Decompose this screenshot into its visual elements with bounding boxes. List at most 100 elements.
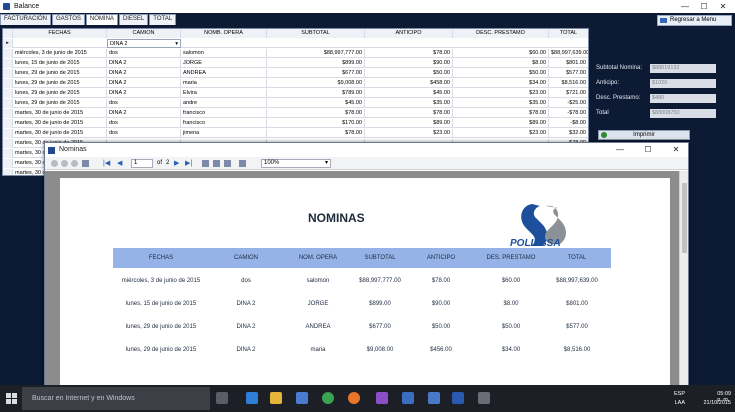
close-button[interactable]: ✕: [666, 143, 686, 157]
grid-column-header[interactable]: FECHAS: [13, 29, 107, 38]
close-button[interactable]: ✕: [716, 0, 730, 13]
language-indicator[interactable]: ESP: [674, 391, 685, 397]
table-cell[interactable]: $32.00: [549, 129, 588, 138]
table-cell[interactable]: martes, 30 de junio de 2015: [13, 129, 107, 138]
row-selector[interactable]: [3, 159, 13, 168]
visual-studio-icon[interactable]: [376, 392, 388, 404]
table-cell[interactable]: $50.00: [453, 69, 549, 78]
row-selector[interactable]: [3, 169, 13, 175]
windows-start-icon[interactable]: [6, 393, 18, 405]
row-selector[interactable]: [3, 49, 13, 58]
row-selector[interactable]: [3, 129, 13, 138]
app-icon[interactable]: [478, 392, 490, 404]
table-cell[interactable]: $8.00: [453, 59, 549, 68]
table-cell[interactable]: francisco: [181, 109, 267, 118]
row-selector[interactable]: [3, 69, 13, 78]
table-cell[interactable]: $45.00: [267, 99, 365, 108]
table-cell[interactable]: JORGE: [181, 59, 267, 68]
print-layout-icon[interactable]: [202, 160, 209, 167]
table-cell[interactable]: DINA 2: [107, 89, 181, 98]
row-selector[interactable]: [3, 99, 13, 108]
scroll-thumb[interactable]: [682, 183, 687, 253]
table-cell[interactable]: $34.00: [453, 79, 549, 88]
export-icon[interactable]: [82, 160, 89, 167]
balance-app-icon[interactable]: [428, 392, 440, 404]
table-cell[interactable]: salomon: [181, 49, 267, 58]
table-cell[interactable]: $170.00: [267, 119, 365, 128]
table-cell[interactable]: -$8.00: [549, 119, 588, 128]
grid-column-header[interactable]: CAMION: [107, 29, 181, 38]
table-cell[interactable]: dos: [107, 99, 181, 108]
table-cell[interactable]: -$78.00: [549, 109, 588, 118]
next-page-icon[interactable]: ▶: [174, 157, 179, 167]
table-cell[interactable]: $458.00: [365, 79, 453, 88]
table-row[interactable]: martes, 30 de junio de 2015 dos francisco $…: [3, 119, 588, 128]
regresar-menu-button[interactable]: Regresar a Menu: [657, 15, 732, 26]
table-cell[interactable]: DINA 2: [107, 69, 181, 78]
table-cell[interactable]: $45.00: [365, 89, 453, 98]
table-cell[interactable]: lunes, 29 de junio de 2015: [13, 89, 107, 98]
anticipo-field[interactable]: $1026: [650, 79, 716, 88]
page-number-input[interactable]: 1: [131, 159, 153, 168]
table-cell[interactable]: lunes, 29 de junio de 2015: [13, 99, 107, 108]
table-cell[interactable]: martes, 30 de junio de 2015: [13, 119, 107, 128]
file-explorer-icon[interactable]: [270, 392, 282, 404]
vertical-scrollbar[interactable]: [679, 171, 688, 386]
taskbar-search-input[interactable]: Buscar en Internet y en Windows: [22, 387, 210, 410]
table-cell[interactable]: dos: [107, 119, 181, 128]
grid-column-header[interactable]: DESC. PRESTAMO: [453, 29, 549, 38]
row-selector[interactable]: [3, 119, 13, 128]
table-cell[interactable]: $721.00: [549, 89, 588, 98]
table-cell[interactable]: $60.00: [453, 49, 549, 58]
table-cell[interactable]: $677.00: [267, 69, 365, 78]
stop-icon[interactable]: [51, 160, 58, 167]
grid-column-header[interactable]: TOTAL: [549, 29, 588, 38]
table-cell[interactable]: DINA 2: [107, 79, 181, 88]
word-icon[interactable]: [452, 392, 464, 404]
tab-facturacion[interactable]: FACTURACIÓN: [0, 14, 52, 25]
minimize-button[interactable]: —: [678, 0, 692, 13]
table-cell[interactable]: $801.00: [549, 59, 588, 68]
minimize-button[interactable]: —: [610, 143, 630, 157]
table-cell[interactable]: $50.00: [365, 69, 453, 78]
table-cell[interactable]: $78.00: [365, 49, 453, 58]
table-cell[interactable]: $90.00: [365, 59, 453, 68]
imprimir-button[interactable]: Imprimir: [598, 130, 690, 140]
table-cell[interactable]: miércoles, 3 de junio de 2015: [13, 49, 107, 58]
firefox-icon[interactable]: [348, 392, 360, 404]
table-row[interactable]: lunes, 29 de junio de 2015 DINA 2 Elvira $7…: [3, 89, 588, 98]
table-cell[interactable]: -$25.00: [549, 99, 588, 108]
table-cell[interactable]: $88,997,777.00: [267, 49, 365, 58]
table-cell[interactable]: lunes, 29 de junio de 2015: [13, 69, 107, 78]
table-row[interactable]: martes, 30 de junio de 2015 DINA 2 francis…: [3, 109, 588, 118]
table-cell[interactable]: $23.00: [453, 89, 549, 98]
table-cell[interactable]: $88,997,639.00: [549, 49, 588, 58]
camion-filter-select[interactable]: DINA 2 ▾: [107, 39, 181, 48]
table-cell[interactable]: martes, 30 de junio de 2015: [13, 109, 107, 118]
table-cell[interactable]: lunes, 29 de junio de 2015: [13, 79, 107, 88]
table-row[interactable]: miércoles, 3 de junio de 2015 dos salomon $…: [3, 49, 588, 58]
row-selector[interactable]: [3, 109, 13, 118]
table-cell[interactable]: $23.00: [365, 129, 453, 138]
row-selector[interactable]: [3, 89, 13, 98]
last-page-icon[interactable]: ▶|: [185, 157, 192, 167]
grid-column-header[interactable]: SUBTOTAL: [267, 29, 365, 38]
table-cell[interactable]: $78.00: [453, 109, 549, 118]
page-setup-icon[interactable]: [213, 160, 220, 167]
chrome-icon[interactable]: [322, 392, 334, 404]
table-cell[interactable]: $35.00: [365, 99, 453, 108]
row-selector[interactable]: [3, 149, 13, 158]
table-cell[interactable]: $789.00: [267, 89, 365, 98]
total-field[interactable]: $88008750: [650, 109, 716, 118]
table-cell[interactable]: $899.00: [267, 59, 365, 68]
table-cell[interactable]: $78.00: [267, 129, 365, 138]
table-row[interactable]: lunes, 29 de junio de 2015 DINA 2 maria $9,…: [3, 79, 588, 88]
print-icon[interactable]: [224, 160, 231, 167]
table-cell[interactable]: lunes, 15 de junio de 2015: [13, 59, 107, 68]
save-icon[interactable]: [239, 160, 246, 167]
table-cell[interactable]: DINA 2: [107, 59, 181, 68]
table-cell[interactable]: $78.00: [267, 109, 365, 118]
table-cell[interactable]: $23.00: [453, 129, 549, 138]
row-selector[interactable]: [3, 59, 13, 68]
table-cell[interactable]: andre: [181, 99, 267, 108]
